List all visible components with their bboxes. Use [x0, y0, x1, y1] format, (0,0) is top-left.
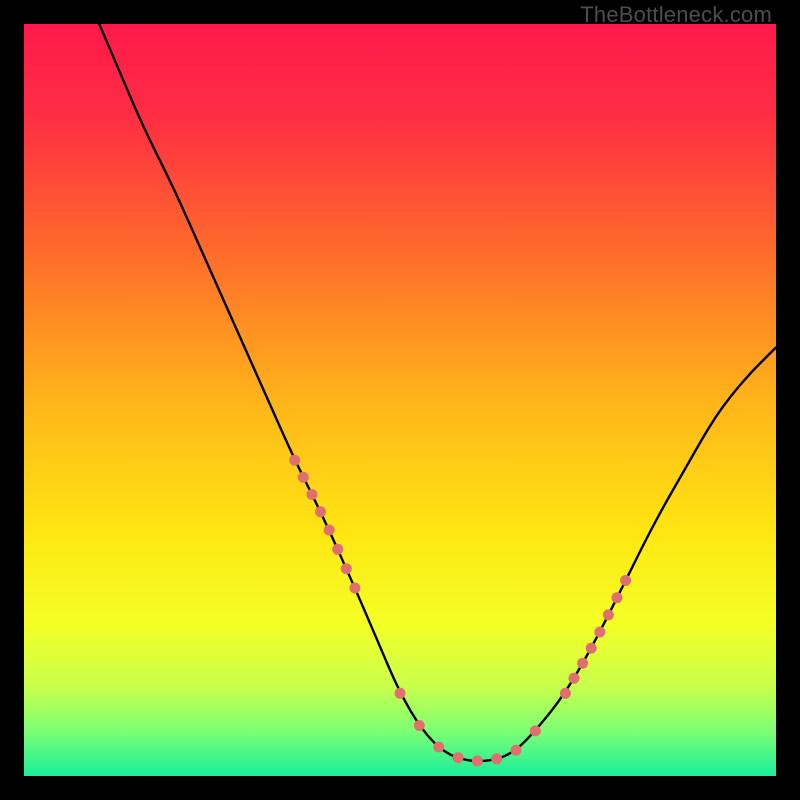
plot-frame — [24, 24, 776, 776]
plot-gradient-background — [24, 24, 776, 776]
